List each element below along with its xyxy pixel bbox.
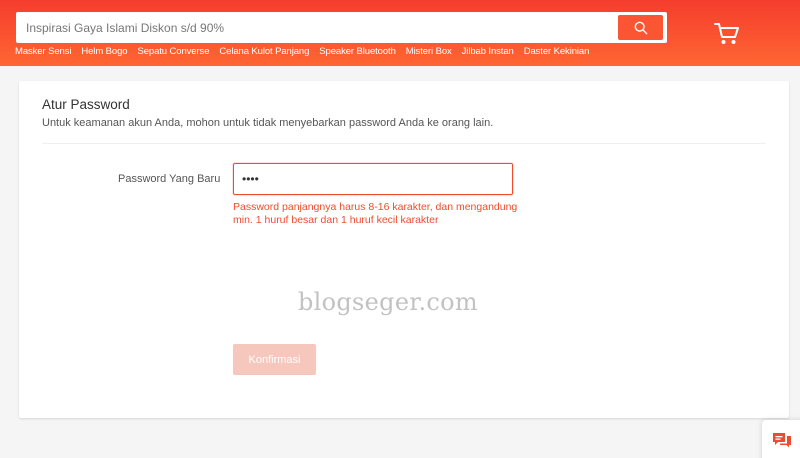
search-icon xyxy=(634,21,647,34)
cart-button[interactable] xyxy=(713,21,741,47)
keyword-link[interactable]: Speaker Bluetooth xyxy=(319,46,396,60)
search-input[interactable] xyxy=(16,12,616,43)
new-password-input[interactable] xyxy=(233,163,513,195)
search-button[interactable] xyxy=(618,15,663,40)
password-card: Atur Password Untuk keamanan akun Anda, … xyxy=(19,81,789,418)
divider xyxy=(42,143,766,144)
page-subtitle: Untuk keamanan akun Anda, mohon untuk ti… xyxy=(42,117,494,129)
keyword-link[interactable]: Jilbab Instan xyxy=(462,46,514,60)
new-password-label: Password Yang Baru xyxy=(118,173,221,185)
keyword-link[interactable]: Masker Sensi xyxy=(15,46,71,60)
keyword-link[interactable]: Helm Bogo xyxy=(81,46,127,60)
keyword-link[interactable]: Celana Kulot Panjang xyxy=(219,46,309,60)
keyword-link[interactable]: Misteri Box xyxy=(406,46,452,60)
page-title: Atur Password xyxy=(42,97,130,112)
watermark: blogseger.com xyxy=(298,288,478,316)
password-error-message: Password panjangnya harus 8-16 karakter,… xyxy=(233,201,518,226)
search-bar xyxy=(16,12,667,43)
cart-icon xyxy=(714,23,739,44)
header: Masker Sensi Helm Bogo Sepatu Converse C… xyxy=(0,0,800,66)
chat-icon xyxy=(773,433,791,448)
keyword-link[interactable]: Daster Kekinian xyxy=(524,46,590,60)
keyword-link[interactable]: Sepatu Converse xyxy=(137,46,209,60)
confirm-button[interactable]: Konfirmasi xyxy=(233,344,316,375)
chat-button[interactable] xyxy=(762,420,800,458)
trending-keywords: Masker Sensi Helm Bogo Sepatu Converse C… xyxy=(15,46,589,60)
